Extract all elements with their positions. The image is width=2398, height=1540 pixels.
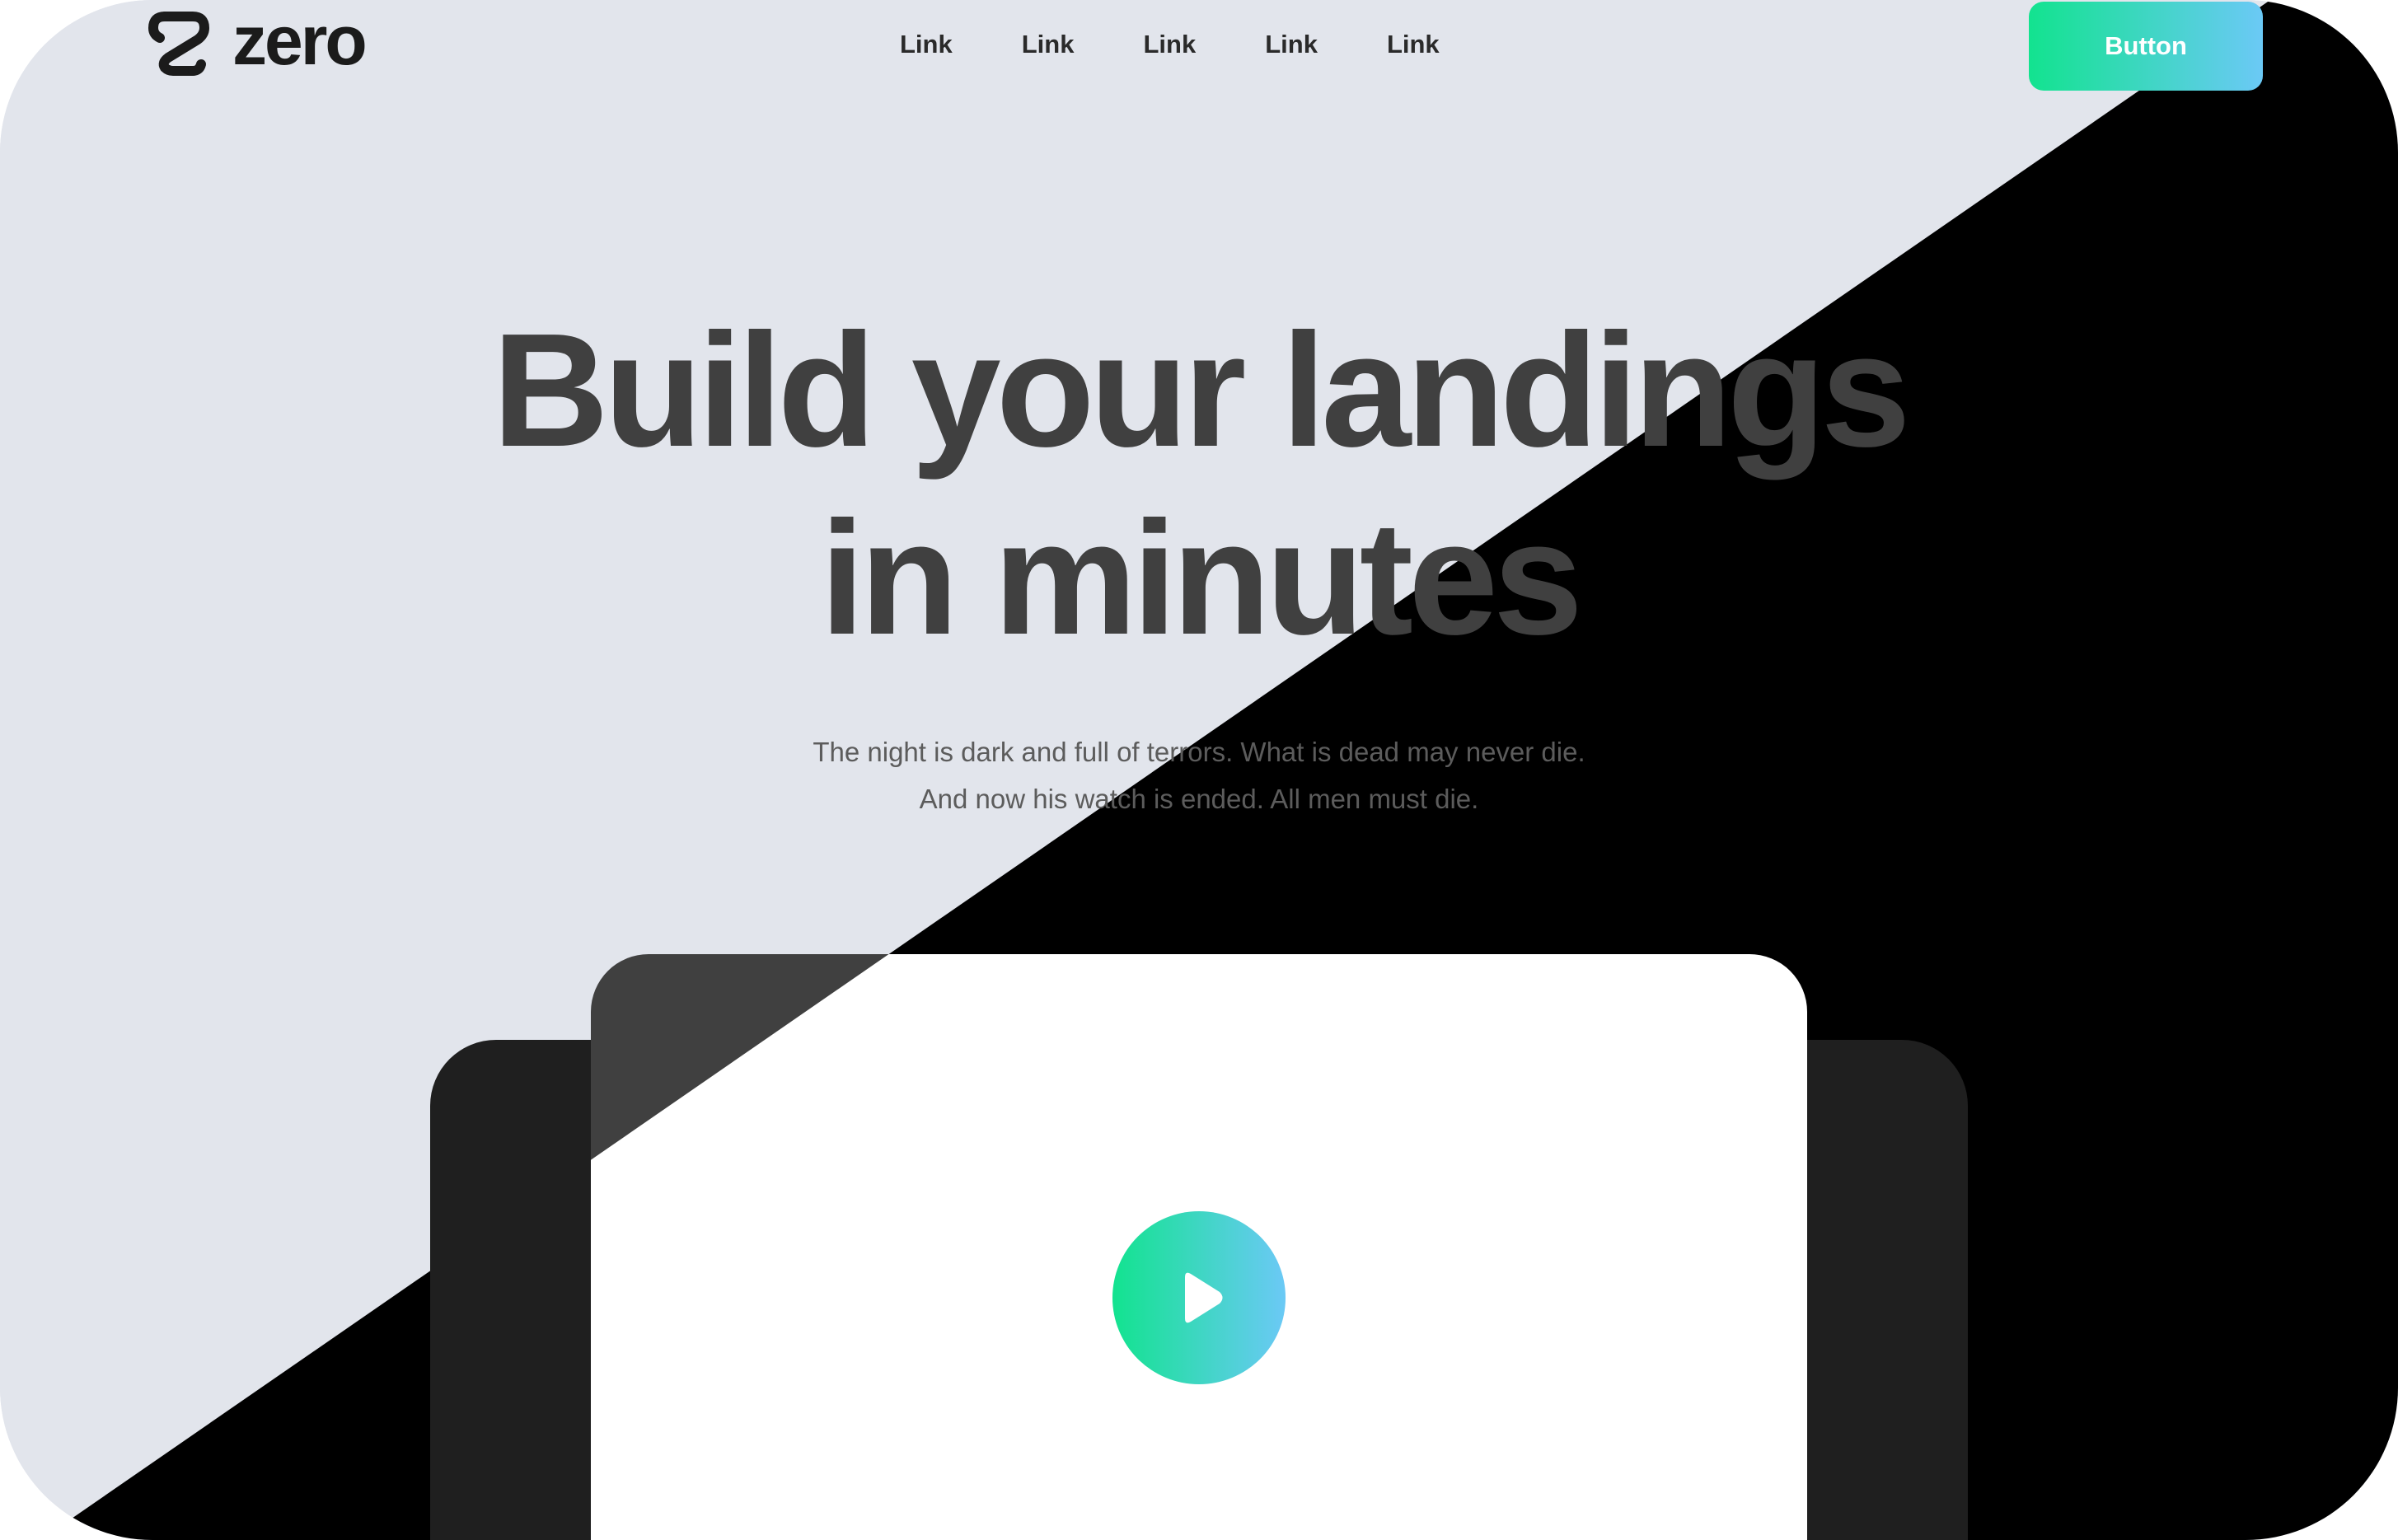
hero-subtitle-line-2: And now his watch is ended. All men must… (919, 784, 1479, 814)
nav-link-1[interactable]: Link (900, 30, 953, 59)
hero-subtitle: The night is dark and full of terrors. W… (0, 728, 2398, 822)
nav-link-2[interactable]: Link (1022, 30, 1075, 59)
logo-s-mark-icon (148, 12, 209, 76)
brand-logo[interactable]: zero (147, 6, 368, 77)
nav-link-5[interactable]: Link (1387, 30, 1440, 59)
cta-button[interactable]: Button (2029, 2, 2263, 91)
nav-link-3[interactable]: Link (1143, 30, 1196, 59)
hero-subtitle-line-1: The night is dark and full of terrors. W… (813, 737, 1585, 767)
play-icon (1112, 1211, 1286, 1384)
hero-title-line-2: in minutes (819, 488, 1583, 668)
play-video-button[interactable] (1112, 1211, 1286, 1384)
top-navigation: Link Link Link Link Link (900, 30, 1440, 59)
hero-title: Build your landings in minutes (0, 297, 2398, 672)
nav-link-4[interactable]: Link (1265, 30, 1318, 59)
brand-name: zero (232, 2, 368, 79)
hero-title-line-1: Build your landings (492, 300, 1910, 480)
page-frame: zero Link Link Link Link Link Button Bui… (0, 0, 2398, 1540)
